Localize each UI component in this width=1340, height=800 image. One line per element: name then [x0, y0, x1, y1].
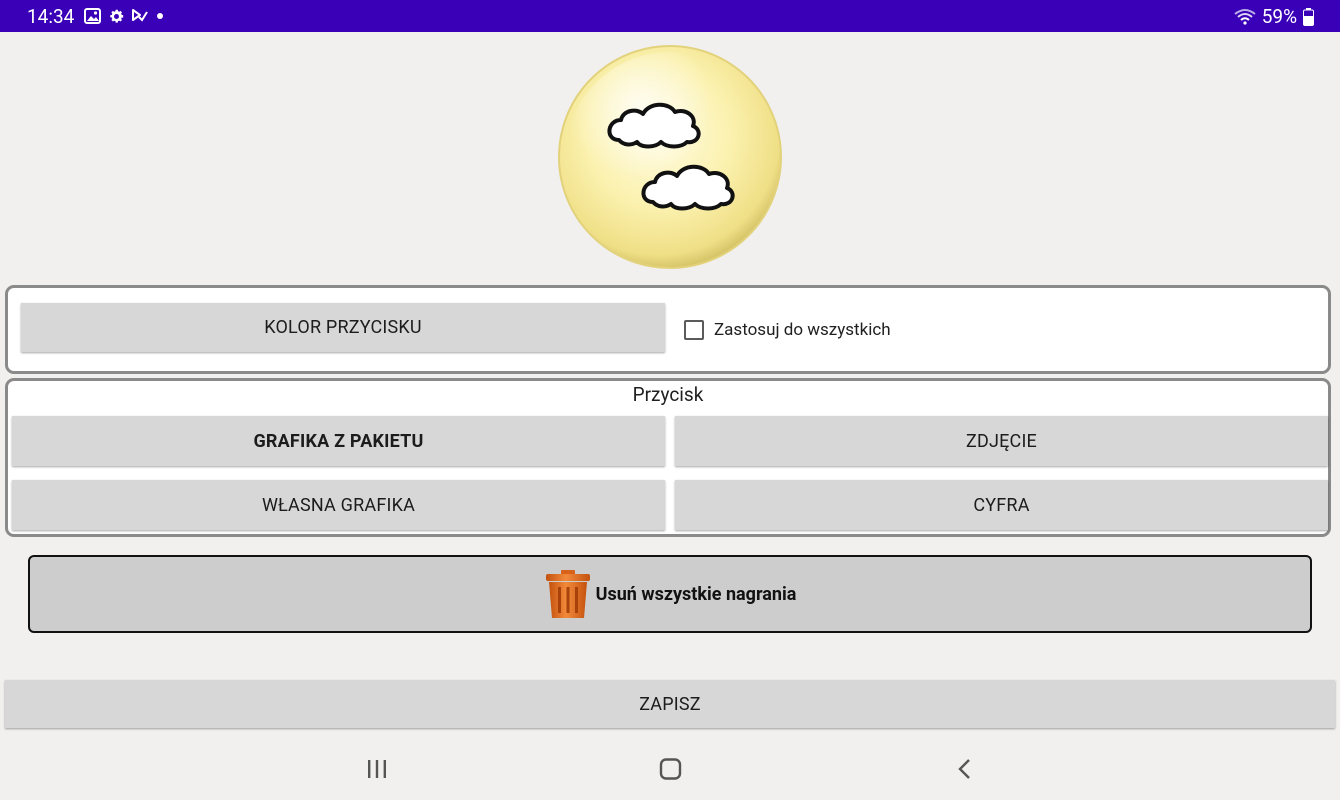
button-preview-image — [557, 44, 783, 270]
navigation-bar — [0, 740, 1340, 800]
image-icon — [84, 8, 101, 24]
own-graphic-button[interactable]: WŁASNA GRAFIKA — [12, 480, 665, 530]
trash-icon — [545, 570, 590, 618]
wifi-icon — [1234, 9, 1256, 25]
download-check-icon — [132, 9, 148, 22]
battery-percent: 59% — [1261, 5, 1297, 28]
recent-apps-icon[interactable] — [366, 758, 388, 780]
button-source-panel: Przycisk GRAFIKA Z PAKIETU ZDJĘCIE WŁASN… — [5, 378, 1331, 537]
package-graphic-button[interactable]: GRAFIKA Z PAKIETU — [12, 416, 665, 466]
delete-all-recordings-button[interactable]: Usuń wszystkie nagrania — [28, 555, 1312, 633]
status-right: 59% — [1234, 5, 1314, 28]
color-panel: KOLOR PRZYCISKU Zastosuj do wszystkich — [5, 285, 1331, 374]
section-title: Przycisk — [632, 383, 704, 406]
battery-icon — [1303, 7, 1314, 26]
back-icon[interactable] — [955, 758, 975, 780]
photo-button[interactable]: ZDJĘCIE — [675, 416, 1328, 466]
notification-icons — [84, 7, 165, 25]
sun-cloud-icon — [558, 45, 782, 269]
home-icon[interactable] — [659, 758, 682, 780]
button-color-button[interactable]: KOLOR PRZYCISKU — [21, 303, 665, 352]
status-time: 14:34 — [27, 5, 75, 28]
apply-all-label: Zastosuj do wszystkich — [714, 320, 891, 340]
apply-all-checkbox-row[interactable]: Zastosuj do wszystkich — [684, 320, 891, 340]
save-button[interactable]: ZAPISZ — [5, 680, 1335, 728]
apply-all-checkbox[interactable] — [684, 320, 704, 340]
digit-button[interactable]: CYFRA — [675, 480, 1328, 530]
gear-icon — [110, 9, 124, 23]
delete-all-recordings-label: Usuń wszystkie nagrania — [595, 583, 797, 605]
status-bar: 14:34 59% — [0, 0, 1340, 32]
dot-icon — [157, 13, 163, 19]
